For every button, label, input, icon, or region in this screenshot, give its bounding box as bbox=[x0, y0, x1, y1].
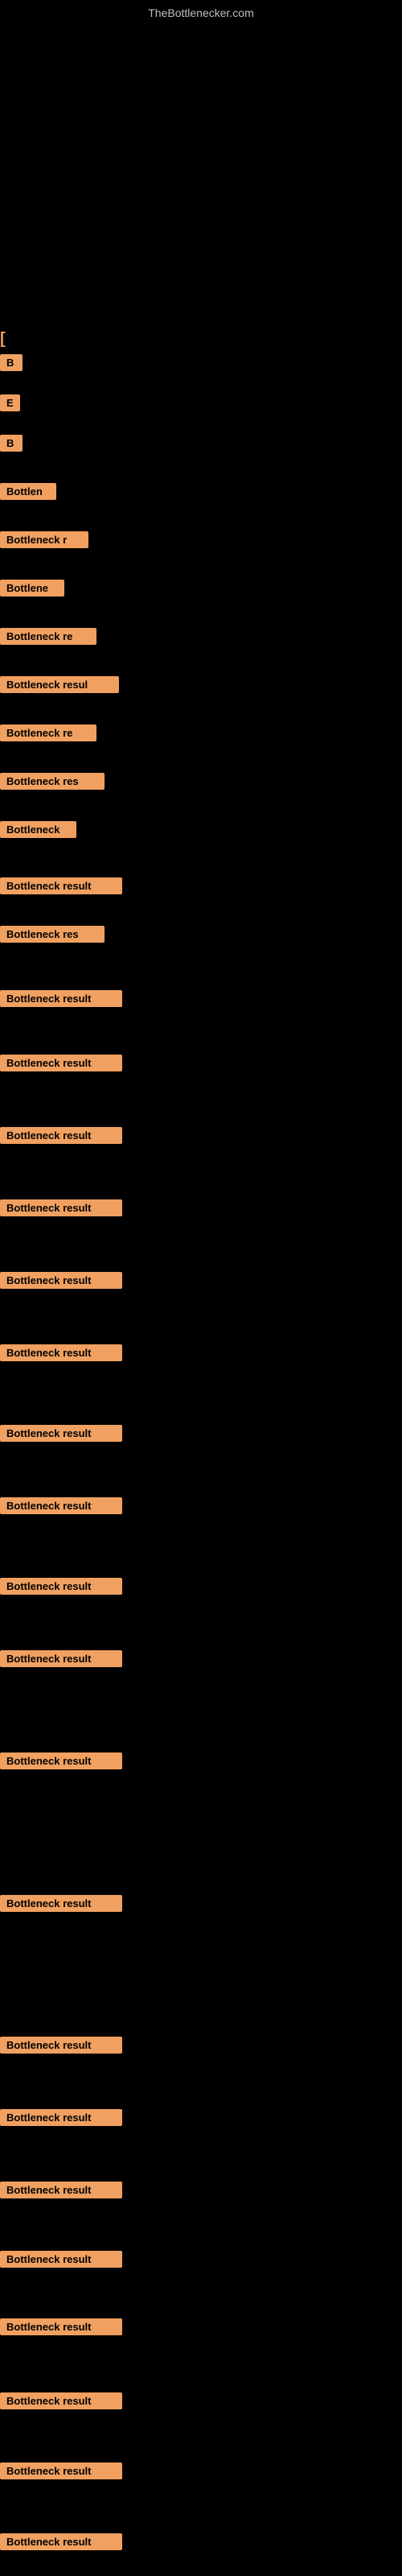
bottleneck-label-1: B bbox=[0, 354, 23, 371]
bottleneck-label-17: Bottleneck result bbox=[0, 1199, 122, 1216]
bottleneck-label-16: Bottleneck result bbox=[0, 1127, 122, 1144]
bottleneck-label-28: Bottleneck result bbox=[0, 2182, 122, 2198]
bottleneck-label-6: Bottlene bbox=[0, 580, 64, 597]
bottleneck-label-12: Bottleneck result bbox=[0, 877, 122, 894]
bottleneck-label-31: Bottleneck result bbox=[0, 2392, 122, 2409]
bottleneck-label-33: Bottleneck result bbox=[0, 2533, 122, 2550]
bottleneck-label-7: Bottleneck re bbox=[0, 628, 96, 645]
bottleneck-label-18: Bottleneck result bbox=[0, 1272, 122, 1289]
bottleneck-label-25: Bottleneck result bbox=[0, 1895, 122, 1912]
bottleneck-label-2: E bbox=[0, 394, 20, 411]
bottleneck-label-14: Bottleneck result bbox=[0, 990, 122, 1007]
bottleneck-label-26: Bottleneck result bbox=[0, 2037, 122, 2054]
bottleneck-label-32: Bottleneck result bbox=[0, 2462, 122, 2479]
bottleneck-label-27: Bottleneck result bbox=[0, 2109, 122, 2126]
bottleneck-label-23: Bottleneck result bbox=[0, 1650, 122, 1667]
bottleneck-label-15: Bottleneck result bbox=[0, 1055, 122, 1071]
bottleneck-label-30: Bottleneck result bbox=[0, 2318, 122, 2335]
bottleneck-label-20: Bottleneck result bbox=[0, 1425, 122, 1442]
bottleneck-label-24: Bottleneck result bbox=[0, 1752, 122, 1769]
bottleneck-label-5: Bottleneck r bbox=[0, 531, 88, 548]
bottleneck-label-22: Bottleneck result bbox=[0, 1578, 122, 1595]
bottleneck-label-10: Bottleneck res bbox=[0, 773, 105, 790]
bottleneck-label-4: Bottlen bbox=[0, 483, 56, 500]
bottleneck-label-11: Bottleneck bbox=[0, 821, 76, 838]
bottleneck-label-21: Bottleneck result bbox=[0, 1497, 122, 1514]
bottleneck-label-9: Bottleneck re bbox=[0, 724, 96, 741]
bottleneck-label-3: B bbox=[0, 435, 23, 452]
site-title: TheBottlenecker.com bbox=[148, 6, 254, 19]
bottleneck-label-13: Bottleneck res bbox=[0, 926, 105, 943]
bottleneck-label-8: Bottleneck resul bbox=[0, 676, 119, 693]
bottleneck-label-19: Bottleneck result bbox=[0, 1344, 122, 1361]
section-marker: [ bbox=[0, 330, 6, 349]
bottleneck-label-29: Bottleneck result bbox=[0, 2251, 122, 2268]
